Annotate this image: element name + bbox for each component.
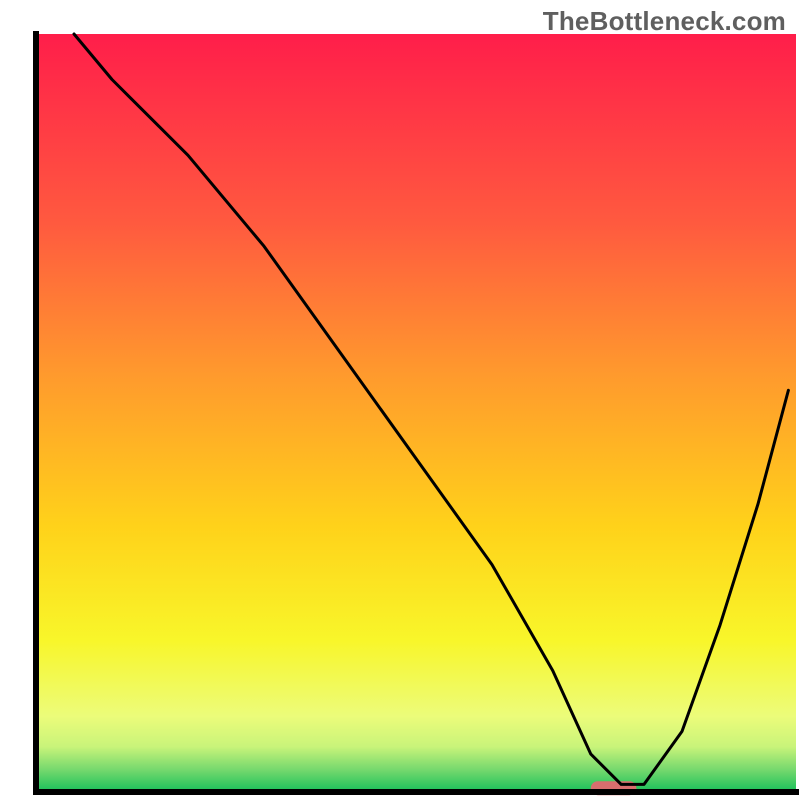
watermark-text: TheBottleneck.com — [543, 6, 786, 37]
gradient-background — [36, 34, 796, 792]
bottleneck-chart: TheBottleneck.com — [0, 0, 800, 800]
chart-canvas — [0, 0, 800, 800]
